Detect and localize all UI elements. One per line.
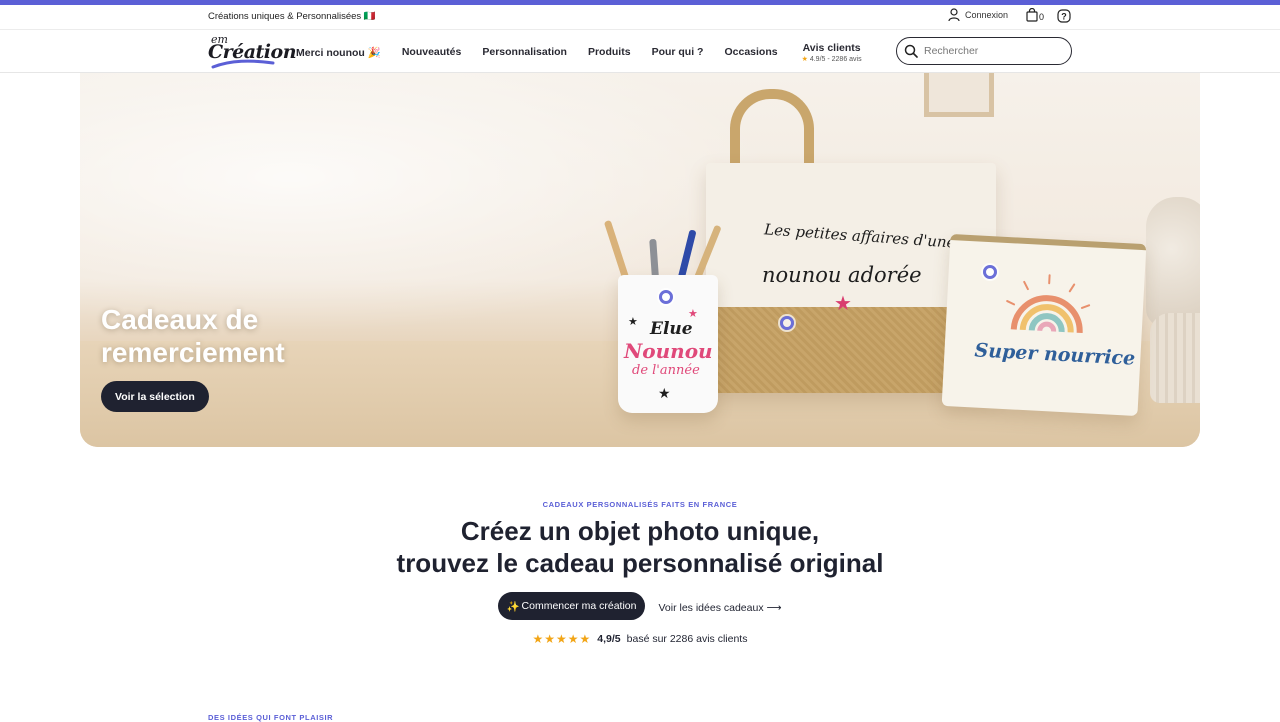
nav-item-nouveautes[interactable]: Nouveautés — [402, 46, 462, 58]
rating-stars-icon: ★★★★★ — [532, 632, 592, 646]
folded-cloth-image — [1150, 313, 1200, 403]
pouch-image: Super nourrice — [941, 233, 1147, 417]
main-navigation: em Création Merci nounou 🎉 Nouveautés Pe… — [0, 31, 1280, 73]
headline-line2: trouvez le cadeau personnalisé original — [396, 548, 884, 578]
hero-title: Cadeaux de remerciement — [101, 304, 285, 368]
mug-text-line1: Elue — [650, 319, 693, 339]
hero-cta-button[interactable]: Voir la sélection — [101, 381, 209, 412]
mug-star-icon: ★ — [628, 316, 638, 328]
search-input[interactable] — [924, 45, 1064, 57]
nav-menu: Merci nounou 🎉 Nouveautés Personnalisati… — [296, 31, 883, 73]
nav-item-personnalisation[interactable]: Personnalisation — [482, 46, 567, 58]
rating-summary: ★★★★★ 4,9/5 basé sur 2286 avis clients — [0, 632, 1280, 646]
mug-star-icon: ★ — [658, 385, 671, 401]
intro-actions: ✨ Commencer ma création Voir les idées c… — [0, 592, 1280, 620]
mug-text-line2: Nounou — [624, 339, 713, 363]
product-hotspot-mug[interactable] — [659, 290, 673, 304]
help-icon: ? — [1057, 9, 1071, 23]
site-logo[interactable]: em Création — [207, 33, 297, 71]
start-creation-button[interactable]: ✨ Commencer ma création — [498, 592, 645, 620]
intro-section: CADEAUX PERSONNALISÉS FAITS EN FRANCE Cr… — [0, 500, 1280, 646]
rating-text: basé sur 2286 avis clients — [626, 633, 748, 645]
flag-icon: 🇮🇹 — [363, 11, 376, 22]
shopping-bag-icon — [1026, 8, 1038, 22]
hero-banner: Les petites affaires d'une nounou adorée… — [80, 73, 1200, 447]
nav-item-avis-clients[interactable]: Avis clients ★ 4.9/5 - 2286 avis — [802, 42, 862, 63]
cart-count: 0 — [1039, 12, 1045, 22]
vase-image — [1146, 197, 1200, 327]
search-icon — [904, 44, 918, 58]
reviews-summary: ★ 4.9/5 - 2286 avis — [801, 55, 862, 63]
tote-text-line2: nounou adorée — [762, 263, 922, 287]
search-box[interactable] — [896, 37, 1072, 65]
nav-item-merci-nounou[interactable]: Merci nounou 🎉 — [296, 46, 381, 59]
nav-item-pour-qui[interactable]: Pour qui ? — [652, 46, 704, 58]
headline-line1: Créez un objet photo unique, — [460, 516, 820, 546]
rainbow-icon — [1006, 274, 1091, 334]
nav-item-occasions[interactable]: Occasions — [724, 46, 777, 58]
product-hotspot-tote[interactable] — [780, 316, 794, 330]
intro-eyebrow: CADEAUX PERSONNALISÉS FAITS EN FRANCE — [542, 500, 738, 509]
intro-headline: Créez un objet photo unique, trouvez le … — [0, 515, 1280, 579]
reviews-title: Avis clients — [802, 41, 861, 54]
gift-ideas-link[interactable]: Voir les idées cadeaux ⟶ — [659, 602, 782, 614]
rating-score: 4,9/5 — [597, 633, 621, 645]
utility-bar: Créations uniques & Personnalisées 🇮🇹 Co… — [0, 5, 1280, 30]
tagline: Créations uniques & Personnalisées 🇮🇹 — [208, 11, 376, 22]
pouch-zipper — [950, 233, 1147, 251]
user-icon — [948, 8, 960, 22]
star-icon: ★ — [801, 55, 808, 63]
next-section-eyebrow: DES IDÉES QUI FONT PLAISIR — [208, 713, 334, 722]
wall-frame — [924, 73, 994, 117]
tote-star-icon: ★ — [834, 293, 852, 315]
login-link[interactable]: Connexion — [948, 8, 1008, 22]
sparkles-icon: ✨ — [506, 600, 520, 613]
product-hotspot-pouch[interactable] — [983, 265, 997, 279]
logo-swoosh-icon — [211, 59, 275, 69]
help-button[interactable]: ? — [1057, 9, 1071, 28]
login-label: Connexion — [965, 10, 1009, 20]
svg-text:?: ? — [1061, 12, 1067, 22]
nav-item-produits[interactable]: Produits — [588, 46, 631, 58]
pouch-text: Super nourrice — [973, 339, 1136, 370]
mug-text-line3: de l'année — [632, 363, 700, 378]
cart-button[interactable]: 0 — [1026, 8, 1044, 22]
tote-text-line1: Les petites affaires d'une — [763, 220, 957, 252]
start-creation-label: Commencer ma création — [521, 600, 637, 612]
